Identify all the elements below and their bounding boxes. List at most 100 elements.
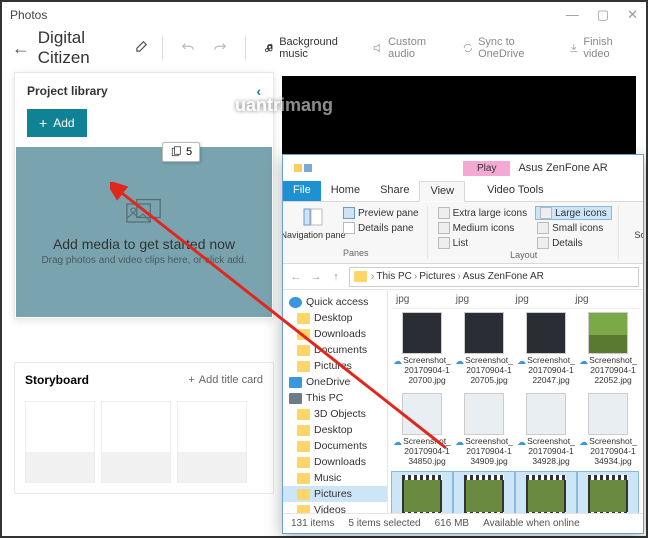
nav-item[interactable]: Downloads — [283, 454, 387, 470]
media-drop-zone[interactable]: Add media to get started now Drag photos… — [16, 147, 272, 317]
close-button[interactable]: ✕ — [627, 7, 638, 23]
file-thumb[interactable]: ☁Screenshot_20170904-134934.jpg — [578, 390, 638, 469]
nav-item[interactable]: Downloads — [283, 326, 387, 342]
drag-tooltip: 5 — [162, 142, 200, 162]
quick-access-toolbar[interactable] — [283, 164, 323, 172]
nav-item[interactable]: Documents — [283, 342, 387, 358]
nav-item[interactable]: Pictures — [283, 358, 387, 374]
breadcrumb[interactable]: › This PC› Pictures› Asus ZenFone AR — [349, 267, 639, 287]
folder-icon — [297, 345, 310, 356]
navigation-pane: Quick accessDesktopDownloadsDocumentsPic… — [283, 290, 388, 513]
nav-item[interactable]: Documents — [283, 438, 387, 454]
extra-large-icons-button[interactable]: Extra large icons — [436, 206, 529, 220]
video-preview — [282, 76, 636, 154]
undo-button[interactable] — [175, 37, 201, 59]
thumbnail-image — [526, 393, 566, 435]
storyboard-slot[interactable] — [101, 401, 171, 483]
folder-icon — [289, 377, 302, 388]
file-thumb[interactable]: ☁V_20170829_174436_SM.mp4 — [454, 472, 514, 513]
nav-item[interactable]: Quick access — [283, 294, 387, 310]
details-button[interactable]: Details — [535, 236, 612, 250]
storyboard-slot[interactable] — [25, 401, 95, 483]
tab-view[interactable]: View — [419, 181, 465, 202]
file-thumb[interactable]: ☁V_20170831_160947_vHDR_Auto.mp4 — [578, 472, 638, 513]
folder-icon — [297, 361, 310, 372]
add-button[interactable]: + Add — [27, 109, 87, 137]
photos-titlebar: Photos — ▢ ✕ — [2, 2, 646, 28]
file-thumb[interactable]: ☁Screenshot_20170904-134928.jpg — [516, 390, 576, 469]
file-thumb[interactable]: ☁Screenshot_20170904-134909.jpg — [454, 390, 514, 469]
thumbnail-image — [464, 393, 504, 435]
folder-icon — [297, 329, 310, 340]
nav-item[interactable]: Desktop — [283, 310, 387, 326]
thumbnail-image — [402, 312, 442, 354]
audio-icon — [372, 41, 384, 55]
file-thumb[interactable]: ☁Screenshot_20170904-120705.jpg — [454, 309, 514, 388]
nav-item[interactable]: Music — [283, 470, 387, 486]
maximize-button[interactable]: ▢ — [597, 7, 609, 23]
context-tab-play[interactable]: Play — [463, 161, 510, 176]
drop-zone-sub: Drag photos and video clips here, or cli… — [41, 255, 246, 266]
details-pane-button[interactable]: Details pane — [341, 221, 421, 235]
tab-share[interactable]: Share — [370, 181, 419, 201]
column-headers: jpgjpgjpgjpg — [392, 294, 639, 309]
thumbnail-image — [402, 393, 442, 435]
nav-item[interactable]: Videos — [283, 502, 387, 513]
file-thumb[interactable]: ☁Screenshot_20170904-134850.jpg — [392, 390, 452, 469]
background-music-button[interactable]: Background music — [258, 32, 361, 64]
folder-icon — [297, 409, 310, 420]
status-bar: 131 items 5 items selected 616 MB Availa… — [283, 513, 643, 533]
list-button[interactable]: List — [436, 236, 529, 250]
back-button[interactable]: ← — [10, 38, 32, 59]
navigation-pane-button[interactable]: Navigation pane — [291, 206, 335, 241]
status-item-count: 131 items — [291, 518, 334, 529]
copy-icon — [170, 146, 182, 158]
file-thumb[interactable]: ☁Screenshot_20170904-122052.jpg — [578, 309, 638, 388]
tab-video-tools[interactable]: Video Tools — [477, 181, 553, 201]
cloud-icon: ☁ — [393, 437, 402, 466]
thumbnail-image — [464, 312, 504, 354]
explorer-titlebar[interactable]: View Play Asus ZenFone AR — [283, 155, 643, 181]
nav-up-button[interactable]: ↑ — [327, 271, 345, 283]
file-list[interactable]: jpgjpgjpgjpg ☁Screenshot_20170904-120700… — [388, 290, 643, 513]
nav-item[interactable]: 3D Objects — [283, 406, 387, 422]
status-selected: 5 items selected — [348, 518, 420, 529]
file-thumb[interactable]: ☁V_20170831_155837_vHDR_Auto.mp4 — [516, 472, 576, 513]
file-thumb[interactable]: ☁Screenshot_20170904-122047.jpg — [516, 309, 576, 388]
finish-video-button[interactable]: Finish video — [562, 32, 638, 64]
minimize-button[interactable]: — — [566, 7, 579, 23]
nav-item[interactable]: This PC — [283, 390, 387, 406]
ribbon-group-panes: Navigation pane Preview pane Details pan… — [289, 206, 428, 259]
plus-icon: + — [188, 374, 194, 386]
status-availability: Available when online — [483, 518, 580, 529]
nav-item[interactable]: Desktop — [283, 422, 387, 438]
sync-onedrive-button[interactable]: Sync to OneDrive — [456, 32, 555, 64]
cloud-icon: ☁ — [455, 437, 464, 466]
folder-icon — [354, 271, 367, 282]
nav-forward-button[interactable]: → — [307, 271, 325, 283]
large-icons-button[interactable]: Large icons — [535, 206, 612, 220]
file-thumb[interactable]: ☁Screenshot_20170904-120700.jpg — [392, 309, 452, 388]
plus-icon: + — [39, 115, 47, 131]
custom-audio-button[interactable]: Custom audio — [366, 32, 450, 64]
thumbnail-image — [526, 475, 566, 513]
rename-button[interactable] — [135, 38, 150, 58]
medium-icons-button[interactable]: Medium icons — [436, 221, 529, 235]
small-icons-button[interactable]: Small icons — [535, 221, 612, 235]
add-title-card-button[interactable]: + Add title card — [188, 374, 263, 386]
tab-home[interactable]: Home — [321, 181, 370, 201]
redo-button[interactable] — [207, 37, 233, 59]
nav-back-button[interactable]: ← — [287, 271, 305, 283]
storyboard-slot[interactable] — [177, 401, 247, 483]
thumbnail-image — [402, 475, 442, 513]
sort-by-button[interactable]: Sort by — [627, 206, 643, 241]
thumbnail-image — [588, 475, 628, 513]
nav-item[interactable]: OneDrive — [283, 374, 387, 390]
window-controls: — ▢ ✕ — [566, 7, 638, 23]
file-thumb[interactable]: ☁V_20170829_173320_SM.mp4 — [392, 472, 452, 513]
ribbon-group-layout: Extra large icons Medium icons List Larg… — [434, 206, 619, 259]
tab-file[interactable]: File — [283, 181, 321, 201]
media-placeholder-icon — [126, 198, 162, 228]
preview-pane-button[interactable]: Preview pane — [341, 206, 421, 220]
nav-item[interactable]: Pictures — [283, 486, 387, 502]
